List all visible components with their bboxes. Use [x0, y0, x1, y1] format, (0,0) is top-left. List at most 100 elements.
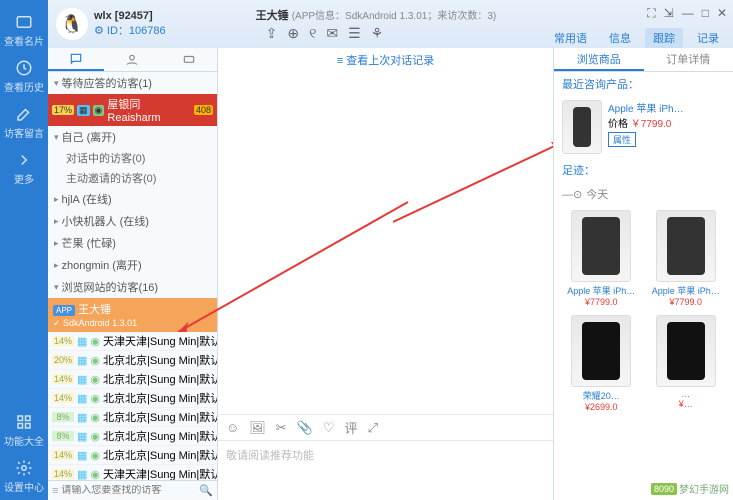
- product-grid-2: 荣耀20…¥2699.0 …¥…: [554, 311, 733, 416]
- browser-icon: ◉: [93, 105, 105, 116]
- bubble-icon: [182, 53, 196, 67]
- product-card[interactable]: 荣耀20…¥2699.0: [562, 315, 641, 412]
- recent-product[interactable]: Apple 苹果 iPh… 价格 ￥7799.0 属性: [554, 96, 733, 158]
- browser-icon: ◉: [90, 468, 100, 481]
- percent-badge: 8%: [52, 431, 74, 441]
- tab-info[interactable]: 信息: [601, 28, 639, 48]
- cut-icon[interactable]: ✂: [276, 420, 287, 436]
- pending-visitor-row[interactable]: 17% ▦ ◉ 屋银同Reaisharm 408: [48, 94, 217, 126]
- visitor-text: 北京北京|Sung Min|默认代码: [103, 371, 217, 387]
- vtab-person[interactable]: [104, 48, 160, 71]
- visitor-text: 天津天津|Sung Min|默认代码: [103, 333, 217, 349]
- user-block: wlx [92457] ⚙ ID：106786: [94, 10, 166, 38]
- percent-badge: 8%: [52, 412, 74, 422]
- text-icon[interactable]: 评: [345, 418, 358, 437]
- close-icon[interactable]: ✕: [717, 6, 727, 21]
- search-input[interactable]: [61, 485, 196, 496]
- tab-phrases[interactable]: 常用语: [546, 28, 595, 48]
- expand-input-icon[interactable]: ⤢: [368, 420, 378, 436]
- mail-icon[interactable]: ✉: [326, 25, 338, 42]
- os-icon: ▦: [77, 335, 87, 348]
- vtab-chat[interactable]: [48, 48, 104, 71]
- os-icon: ▦: [77, 105, 90, 116]
- product-card[interactable]: …¥…: [647, 315, 726, 412]
- visitor-row[interactable]: 14%▦◉北京北京|Sung Min|默认代码: [48, 389, 217, 408]
- vtab-msg[interactable]: [161, 48, 217, 71]
- emoji-icon[interactable]: ☺: [226, 420, 239, 435]
- header: 🐧 wlx [92457] ⚙ ID：106786 王大锤 (APP信息：Sdk…: [48, 0, 733, 48]
- percent-badge: 14%: [52, 374, 74, 384]
- os-icon: ▦: [77, 449, 87, 462]
- export-icon[interactable]: ⇪: [266, 25, 278, 42]
- chat-area: ≡ 查看上次对话记录 ☺ 🖼 ✂ 📎 ♡ 评 ⤢ 敬请阅读推荐功能: [218, 48, 553, 500]
- visitor-row[interactable]: 14%▦◉天津天津|Sung Min|默认代码: [48, 332, 217, 351]
- browser-icon: ◉: [90, 449, 100, 462]
- user-icon[interactable]: ୧: [309, 25, 316, 42]
- visitor-row[interactable]: 14%▦◉北京北京|Sung Min|默认代码: [48, 370, 217, 389]
- percent-badge: 20%: [52, 355, 74, 365]
- add-icon[interactable]: ⊕: [287, 25, 299, 42]
- chat-toolbar-icons: ⇪ ⊕ ୧ ✉ ☰ ⚘: [266, 25, 497, 42]
- product-image: [562, 100, 602, 154]
- annotation-arrow-2: [393, 132, 573, 232]
- group-pending[interactable]: 等待应答的访客(1): [48, 72, 217, 94]
- product-card[interactable]: Apple 苹果 iPh…¥7799.0: [562, 210, 641, 307]
- contact-name: 王大锤: [256, 10, 289, 22]
- self-chatting[interactable]: 对话中的访客(0): [48, 148, 217, 168]
- visitor-row[interactable]: 20%▦◉北京北京|Sung Min|默认代码: [48, 351, 217, 370]
- avatar[interactable]: 🐧: [56, 8, 88, 40]
- browser-icon: ◉: [90, 411, 100, 424]
- maximize-icon[interactable]: □: [702, 6, 709, 21]
- browser-icon: ◉: [90, 373, 100, 386]
- heart-icon[interactable]: ♡: [323, 420, 335, 436]
- tab-record[interactable]: 记录: [689, 28, 727, 48]
- percent-badge: 14%: [52, 336, 74, 346]
- visitor-row[interactable]: 8%▦◉北京北京|Sung Min|默认代码: [48, 427, 217, 446]
- card-icon: [15, 13, 33, 31]
- product-card[interactable]: Apple 苹果 iPh…¥7799.0: [647, 210, 726, 307]
- expand-icon[interactable]: ⛶: [647, 6, 655, 21]
- rtab-browse[interactable]: 浏览商品: [554, 48, 644, 71]
- product-image: [656, 315, 716, 387]
- right-tabs: 浏览商品 订单详情: [554, 48, 733, 72]
- nav-apps[interactable]: 功能大全: [4, 408, 44, 452]
- property-button[interactable]: 属性: [608, 132, 636, 147]
- nav-message[interactable]: 访客留言: [4, 100, 44, 144]
- nav-more[interactable]: 更多: [4, 146, 44, 190]
- image-icon[interactable]: 🖼: [249, 420, 266, 436]
- chat-icon: [69, 52, 83, 66]
- visitor-row[interactable]: 14%▦◉天津天津|Sung Min|默认代码: [48, 465, 217, 480]
- user-id: ⚙ ID：106786: [94, 22, 166, 38]
- product-image: [571, 315, 631, 387]
- chat-input[interactable]: 敬请阅读推荐功能: [218, 440, 553, 500]
- browser-icon: ◉: [90, 392, 100, 405]
- self-invited[interactable]: 主动邀请的访客(0): [48, 168, 217, 188]
- rtab-order[interactable]: 订单详情: [644, 48, 733, 71]
- edit-icon: [15, 105, 33, 123]
- tab-track[interactable]: 跟踪: [645, 28, 683, 48]
- people-icon[interactable]: ⚘: [371, 25, 384, 42]
- os-icon: ▦: [77, 411, 87, 424]
- left-nav: 查看名片 查看历史 访客留言 更多 功能大全 设置中心: [0, 0, 48, 500]
- track-title: 足迹：: [554, 158, 733, 182]
- window-controls: ⛶ ⇲ — □ ✕: [647, 6, 727, 21]
- nav-history[interactable]: 查看历史: [4, 54, 44, 98]
- os-icon: ▦: [77, 430, 87, 443]
- product-grid-1: Apple 苹果 iPh…¥7799.0 Apple 苹果 iPh…¥7799.…: [554, 206, 733, 311]
- os-icon: ▦: [77, 373, 87, 386]
- person-icon: [125, 53, 139, 67]
- product-name: Apple 苹果 iPh…: [608, 100, 725, 115]
- pin-icon[interactable]: ⇲: [664, 6, 674, 21]
- visitor-search: ≡ 🔍: [48, 480, 217, 500]
- nav-card[interactable]: 查看名片: [4, 8, 44, 52]
- nav-settings[interactable]: 设置中心: [4, 454, 44, 498]
- list-icon[interactable]: ☰: [348, 25, 361, 42]
- file-icon[interactable]: 📎: [297, 420, 313, 436]
- visitor-row[interactable]: 8%▦◉北京北京|Sung Min|默认代码: [48, 408, 217, 427]
- minimize-icon[interactable]: —: [682, 6, 694, 21]
- history-link[interactable]: ≡ 查看上次对话记录: [218, 48, 553, 72]
- group-self[interactable]: 自己 (离开): [48, 126, 217, 148]
- chevron-icon[interactable]: ≡: [52, 485, 58, 497]
- visitor-row[interactable]: 14%▦◉北京北京|Sung Min|默认代码: [48, 446, 217, 465]
- search-icon[interactable]: 🔍: [199, 484, 213, 497]
